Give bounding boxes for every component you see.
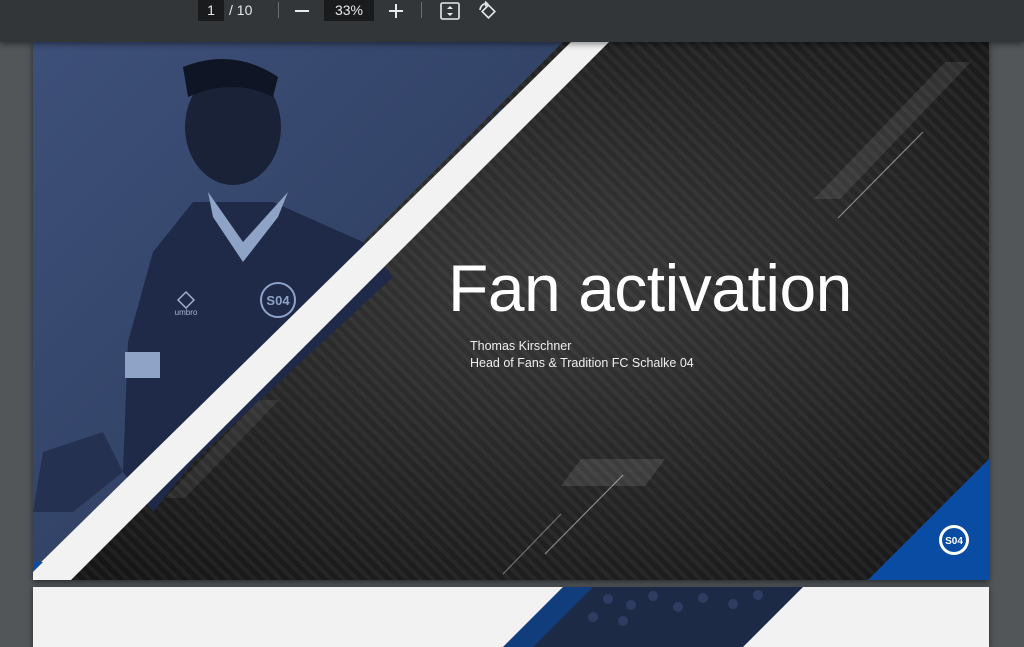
page-total: / 10: [229, 2, 253, 18]
presenter-role: Head of Fans & Tradition FC Schalke 04: [470, 356, 694, 370]
svg-text:S04: S04: [945, 536, 963, 547]
fit-page-button[interactable]: [439, 0, 461, 21]
zoom-input[interactable]: 33%: [324, 0, 374, 21]
minus-icon: [295, 9, 309, 12]
zoom-in-button[interactable]: [386, 0, 406, 21]
schalke-logo-icon: S04: [939, 525, 969, 555]
page-2-preview: [503, 587, 803, 647]
presenter-name: Thomas Kirschner: [470, 339, 572, 353]
fit-page-icon: [440, 1, 460, 20]
toolbar-divider: [278, 2, 279, 18]
svg-text:S04: S04: [266, 293, 290, 308]
slide-title: Fan activation: [448, 251, 852, 325]
pdf-page-2: [33, 587, 989, 647]
page-number-input[interactable]: 1: [198, 0, 224, 21]
pdf-toolbar: 1 / 10 33%: [0, 0, 1024, 42]
zoom-out-button[interactable]: [292, 0, 312, 21]
svg-text:umbro: umbro: [175, 308, 198, 317]
rotate-icon: [479, 0, 496, 19]
pdf-page-1: S04 umbro S04 Fan activation Thomas Kirs…: [33, 42, 989, 580]
plus-icon: [389, 3, 403, 18]
rotate-button[interactable]: [476, 0, 498, 21]
toolbar-divider: [421, 2, 422, 18]
